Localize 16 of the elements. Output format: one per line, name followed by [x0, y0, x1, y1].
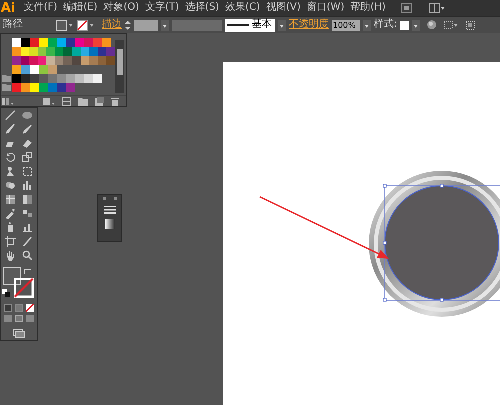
menu-item[interactable]: 编辑(E): [62, 3, 100, 13]
app-logo: Ai: [0, 2, 17, 14]
menu-item[interactable]: 效果(C): [223, 3, 262, 13]
menu-item[interactable]: 帮助(H): [348, 3, 388, 13]
opacity-label[interactable]: 不透明度: [289, 20, 329, 30]
brush-dropdown[interactable]: 基本: [225, 18, 275, 32]
object-type-label: 路径: [3, 20, 24, 30]
menu-item[interactable]: 文件(F): [22, 3, 60, 13]
menu-item[interactable]: 选择(S): [183, 3, 222, 13]
menu-item[interactable]: 视图(V): [264, 3, 303, 13]
opacity-field[interactable]: 100%: [332, 20, 360, 30]
style-label: 样式:: [374, 20, 398, 30]
stroke-label[interactable]: 描边: [102, 20, 122, 30]
menu-item[interactable]: 对象(O): [102, 3, 142, 13]
menu-item[interactable]: 窗口(W): [304, 3, 347, 13]
menu-item[interactable]: 文字(T): [143, 3, 182, 13]
